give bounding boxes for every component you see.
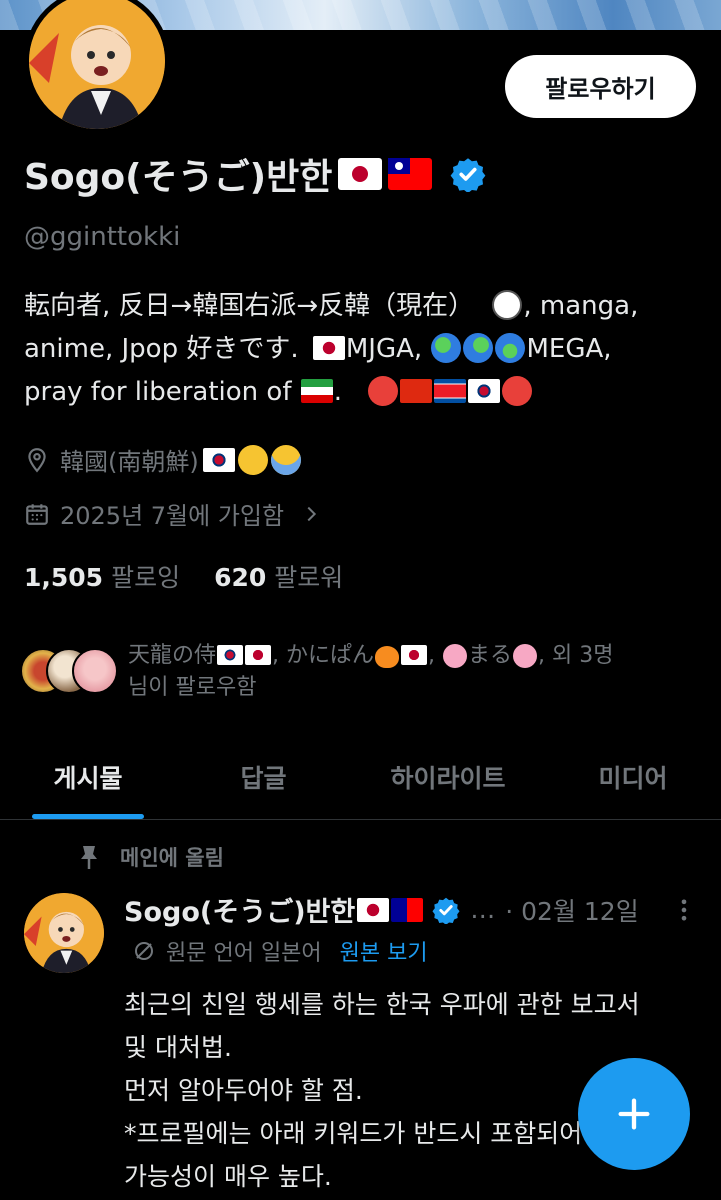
pinned-indicator: 메인에 올림	[78, 842, 224, 872]
south-korea-flag-icon	[468, 379, 501, 403]
follower-name: 天龍の侍	[128, 643, 217, 668]
translation-row: 원문 언어 일본어 원본 보기	[132, 935, 428, 967]
cherry-blossom-icon	[443, 644, 468, 668]
bio-text: MEGA,	[526, 334, 612, 364]
display-name: Sogo(そうご)반한	[24, 157, 333, 198]
tab-media[interactable]: 미디어	[545, 735, 721, 819]
follow-button[interactable]: 팔로우하기	[505, 55, 696, 118]
more-vertical-icon[interactable]	[670, 896, 698, 924]
following-count: 1,505	[24, 563, 104, 592]
followed-by-line2: 님이 팔로우함	[128, 675, 257, 700]
post-header: Sogo(そうご)반한 … · 02월 12일	[124, 890, 704, 929]
followers-count: 620	[214, 563, 267, 592]
japan-flag-icon	[401, 645, 428, 665]
japan-flag-icon	[245, 645, 272, 665]
taiwan-flag-icon	[391, 897, 424, 922]
follower-avatars	[20, 640, 120, 696]
globe-icon	[495, 333, 526, 363]
pinned-label: 메인에 올림	[120, 846, 224, 870]
verified-badge-icon[interactable]	[432, 896, 460, 924]
following-stat[interactable]: 1,505 팔로잉	[24, 558, 180, 594]
plus-icon	[618, 1098, 650, 1130]
pin-icon	[81, 846, 97, 869]
bio-text: .	[333, 377, 343, 407]
post-line: 최근의 친일 행세를 하는 한국 우파에 관한 보고서	[124, 990, 640, 1019]
iran-flag-icon	[300, 379, 333, 403]
avatar	[72, 648, 118, 694]
location-pin-icon	[28, 447, 46, 472]
profile-tabs: 게시물 답글 하이라이트 미디어	[0, 735, 721, 820]
soccer-ball-icon	[492, 290, 523, 320]
post-author-avatar[interactable]	[24, 893, 104, 973]
profile-location: 韓國(南朝鮮)	[24, 442, 302, 477]
orange-heart-icon	[375, 646, 400, 668]
bio-text: 転向者, 反日→韓国右派→反韓（現在）	[24, 291, 475, 321]
followers-stat[interactable]: 620 팔로워	[214, 558, 343, 594]
translate-icon	[135, 942, 153, 960]
follower-name: まる	[468, 643, 513, 668]
post-handle-ellipsis: …	[470, 895, 496, 924]
post-author-name[interactable]: Sogo(そうご)반한	[124, 890, 355, 929]
profile-bio: 転向者, 反日→韓国右派→反韓（現在） , manga, anime, Jpop…	[24, 285, 704, 414]
bio-text: MJGA,	[345, 334, 423, 364]
north-korea-flag-icon	[434, 379, 467, 403]
post-date[interactable]: · 02월 12일	[505, 892, 638, 928]
profile-joined-date[interactable]: 2025년 7월에 가입함	[24, 496, 322, 531]
bio-text: , manga,	[523, 291, 639, 321]
taiwan-flag-icon	[388, 158, 433, 190]
tab-replies[interactable]: 답글	[176, 735, 351, 819]
angry-face-icon	[368, 376, 399, 406]
japan-flag-icon	[357, 897, 390, 922]
profile-avatar[interactable]	[24, 0, 170, 134]
weary-face-icon	[237, 444, 268, 475]
japan-flag-icon	[312, 336, 345, 360]
profile-stats: 1,505 팔로잉 620 팔로워	[24, 558, 343, 594]
chevron-right-icon	[307, 506, 317, 521]
cherry-blossom-icon	[513, 644, 538, 668]
profile-handle: @gginttokki	[24, 222, 181, 252]
south-korea-flag-icon	[217, 645, 244, 665]
followed-by-row[interactable]: 天龍の侍, かにぱん, まる, 외 3명 님이 팔로우함	[20, 640, 700, 704]
followed-by-tail: 외 3명	[552, 643, 614, 668]
verified-badge-icon[interactable]	[450, 156, 486, 194]
bio-text: anime, Jpop 好きです.	[24, 334, 299, 364]
followed-by-text: 天龍の侍, かにぱん, まる, 외 3명 님이 팔로우함	[128, 640, 614, 704]
compose-button[interactable]	[578, 1058, 690, 1170]
globe-icon	[431, 333, 462, 363]
calendar-icon	[26, 503, 48, 525]
south-korea-flag-icon	[202, 447, 235, 472]
joined-text: 2025년 7월에 가입함	[60, 502, 285, 530]
following-label: 팔로잉	[111, 563, 181, 592]
show-original-link[interactable]: 원본 보기	[340, 935, 428, 967]
tab-posts[interactable]: 게시물	[0, 735, 176, 819]
globe-icon	[463, 333, 494, 363]
translation-label: 원문 언어 일본어	[166, 941, 322, 966]
follower-name: かにぱん	[286, 643, 375, 668]
tab-highlights[interactable]: 하이라이트	[351, 735, 545, 819]
screaming-face-icon	[270, 444, 301, 475]
angry-face-icon	[502, 376, 533, 406]
china-flag-icon	[400, 379, 433, 403]
location-text: 韓國(南朝鮮)	[60, 448, 199, 476]
followers-label: 팔로워	[274, 563, 344, 592]
japan-flag-icon	[338, 158, 383, 190]
profile-name-row: Sogo(そうご)반한	[24, 148, 486, 200]
bio-text: pray for liberation of	[24, 377, 292, 407]
